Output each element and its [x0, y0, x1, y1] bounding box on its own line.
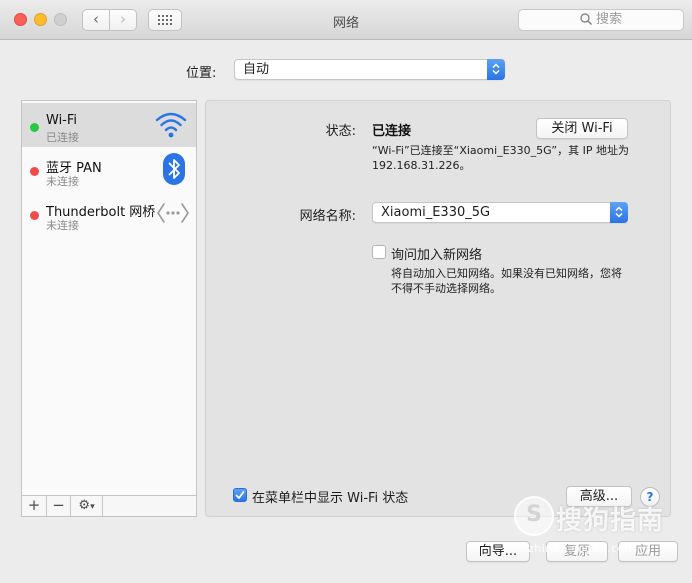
- status-description: “Wi-Fi”已连接至“Xiaomi_E330_5G”，其 IP 地址为 192…: [372, 144, 629, 172]
- service-item-thunderbolt-bridge[interactable]: Thunderbolt 网桥 未连接: [22, 191, 196, 235]
- wifi-icon: [155, 112, 187, 138]
- service-list: Wi-Fi 已连接 蓝牙 PAN 未连接 Thunderbolt 网桥 未连接: [21, 100, 197, 496]
- location-value: 自动: [243, 62, 270, 77]
- chevron-down-icon: ▾: [90, 502, 95, 512]
- status-label: 状态:: [325, 124, 356, 139]
- watermark-text: 搜狗指南: [556, 506, 665, 536]
- ask-join-description: 将自动加入已知网络。如果没有已知网络，您将不得不手动选择网络。: [391, 267, 622, 295]
- status-dot-green: [30, 123, 39, 132]
- watermark-logo: S: [514, 496, 554, 536]
- ask-join-checkbox[interactable]: [372, 245, 386, 259]
- network-name-popup[interactable]: Xiaomi_E330_5G: [372, 202, 628, 223]
- turn-off-wifi-button[interactable]: 关闭 Wi-Fi: [536, 118, 628, 139]
- title-bar: ‹ › 网络 搜索: [0, 0, 692, 40]
- watermark-url: zhinan.sogou.com: [528, 542, 637, 555]
- network-name-label: 网络名称:: [299, 209, 356, 224]
- status-dot-red: [30, 211, 39, 220]
- service-status: 已连接: [46, 131, 79, 144]
- updown-arrows-icon: [487, 59, 505, 80]
- service-name: Wi-Fi: [46, 113, 78, 128]
- search-field[interactable]: 搜索: [518, 9, 684, 31]
- add-service-button[interactable]: +: [22, 496, 47, 516]
- remove-service-button[interactable]: −: [47, 496, 71, 516]
- checkmark-icon: [235, 491, 245, 499]
- search-placeholder: 搜索: [595, 12, 622, 27]
- bluetooth-icon: [163, 153, 185, 185]
- service-toolbar: + − ⚙▾: [21, 496, 197, 517]
- network-name-value: Xiaomi_E330_5G: [381, 205, 491, 220]
- service-item-bluetooth-pan[interactable]: 蓝牙 PAN 未连接: [22, 147, 196, 191]
- service-actions-button[interactable]: ⚙▾: [71, 496, 103, 516]
- ask-join-label: 询问加入新网络: [391, 248, 483, 263]
- watermark-logo-letter: S: [526, 502, 542, 527]
- assist-me-button[interactable]: 向导...: [466, 541, 530, 562]
- show-in-menubar-label: 在菜单栏中显示 Wi-Fi 状态: [252, 491, 409, 506]
- service-item-wifi[interactable]: Wi-Fi 已连接: [22, 103, 196, 147]
- thunderbolt-bridge-icon: [157, 203, 189, 223]
- search-icon: [580, 13, 593, 26]
- service-status: 未连接: [46, 219, 79, 232]
- status-dot-red: [30, 167, 39, 176]
- service-status: 未连接: [46, 175, 79, 188]
- show-in-menubar-checkbox[interactable]: [233, 488, 247, 502]
- location-popup[interactable]: 自动: [234, 59, 505, 80]
- status-value: 已连接: [372, 124, 412, 139]
- gear-icon: ⚙: [78, 498, 91, 513]
- updown-arrows-icon: [610, 202, 628, 223]
- location-label: 位置:: [186, 66, 217, 81]
